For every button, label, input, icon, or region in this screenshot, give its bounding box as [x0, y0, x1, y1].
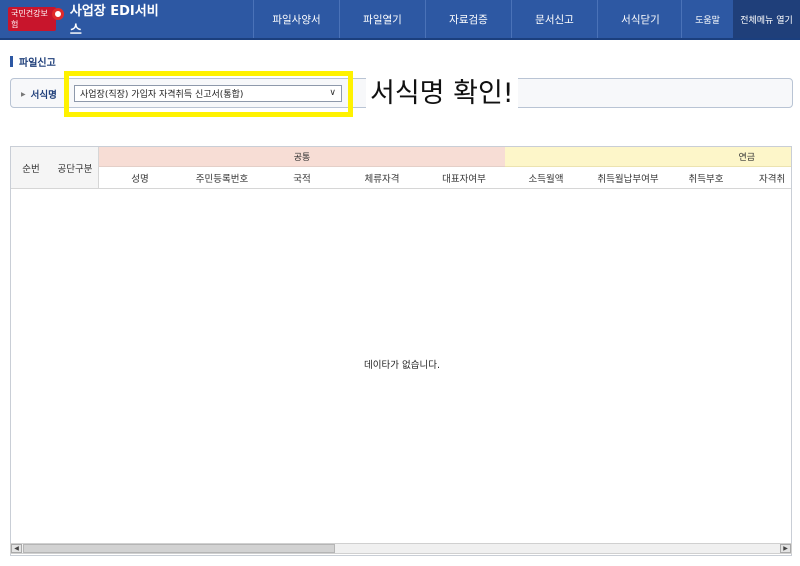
form-label: ▶ 서식명 [21, 87, 57, 101]
menu-data-verify[interactable]: 자료검증 [425, 0, 511, 38]
horizontal-scrollbar[interactable]: ◀ ▶ [10, 543, 792, 554]
all-menu-button[interactable]: 전체메뉴 열기 [733, 0, 800, 38]
annotation-text: 서식명 확인! [366, 75, 518, 113]
org-logo: 국민건강보험 [8, 7, 57, 31]
page-title-text: 파일신고 [19, 57, 56, 69]
column-header-nationality[interactable]: 국적 [263, 167, 341, 189]
column-header-representative[interactable]: 대표자여부 [423, 167, 505, 189]
menu-form-close[interactable]: 서식닫기 [597, 0, 683, 38]
menu-file-spec[interactable]: 파일사양서 [253, 0, 339, 38]
service-logo[interactable]: 국민건강보험 사업장 EDI서비스 [0, 0, 166, 38]
scroll-thumb[interactable] [23, 544, 335, 553]
page-title: 파일신고 [10, 54, 56, 69]
bullet-arrow-icon: ▶ [21, 90, 26, 98]
column-header-acquisition-code[interactable]: 취득부호 [669, 167, 743, 189]
column-header-residence-status[interactable]: 체류자격 [341, 167, 423, 189]
column-header-resident-number[interactable]: 주민등록번호 [181, 167, 263, 189]
empty-message: 데이타가 없습니다. [364, 360, 440, 371]
top-navigation-bar: 국민건강보험 사업장 EDI서비스 파일사양서 파일열기 자료검증 문서신고 서… [0, 0, 800, 40]
column-header-payment-option[interactable]: 취득월납부여부 [587, 167, 669, 189]
data-grid: 순번 공단구분 공통 연금 성명 주민등록번호 국적 체류자격 대표자여부 소득… [10, 146, 792, 556]
column-header-seq[interactable]: 순번 [11, 147, 51, 189]
column-header-monthly-income[interactable]: 소득월액 [505, 167, 587, 189]
scroll-left-icon[interactable]: ◀ [11, 544, 22, 553]
highlight-box [64, 71, 353, 117]
help-button[interactable]: 도움말 [681, 0, 733, 38]
column-group-pension: 연금 [505, 147, 791, 167]
service-title: 사업장 EDI서비스 [69, 4, 159, 38]
column-header-qualification[interactable]: 자격취 [743, 167, 791, 189]
title-bar-marker [10, 55, 13, 67]
column-group-common: 공통 [99, 147, 505, 167]
main-menu: 파일사양서 파일열기 자료검증 문서신고 서식닫기 [253, 0, 683, 38]
scroll-right-icon[interactable]: ▶ [780, 544, 791, 553]
column-header-name[interactable]: 성명 [99, 167, 181, 189]
form-label-text: 서식명 [30, 90, 57, 101]
menu-file-open[interactable]: 파일열기 [339, 0, 425, 38]
column-header-agency[interactable]: 공단구분 [51, 147, 99, 189]
logo-mark-icon [52, 8, 64, 20]
menu-document-report[interactable]: 문서신고 [511, 0, 597, 38]
